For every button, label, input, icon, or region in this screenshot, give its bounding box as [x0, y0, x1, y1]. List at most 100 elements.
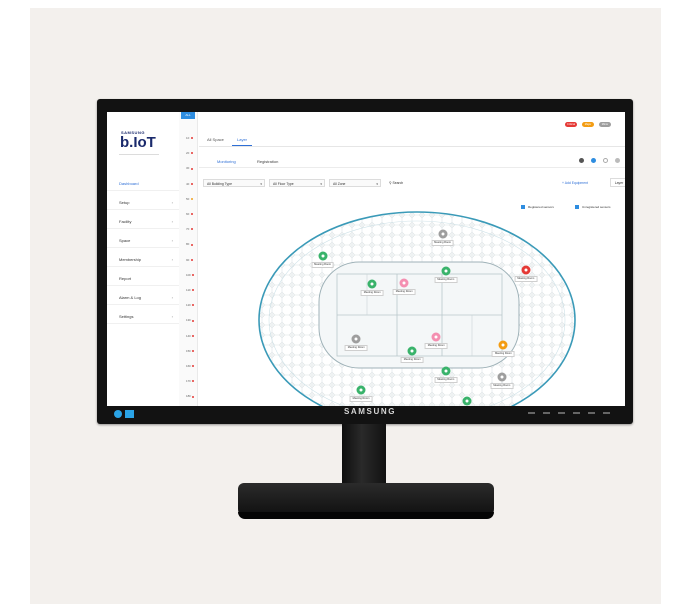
sensor-marker[interactable] [351, 334, 361, 344]
floor-select[interactable]: All Floor Type ▾ [269, 179, 325, 187]
floor-item[interactable]: 6F [186, 212, 193, 216]
floor-label: 5F [186, 196, 190, 201]
critical-badge[interactable]: Critical [565, 122, 577, 127]
sidebar-item-alarm-log[interactable]: Alarm & Log › [107, 290, 179, 305]
floor-label: 1F [186, 136, 190, 140]
subtab-monitoring[interactable]: Monitoring [217, 159, 236, 164]
gear-icon[interactable] [579, 158, 584, 163]
sensor-marker[interactable] [318, 251, 328, 261]
sensor-label: Meeting Room [311, 262, 335, 269]
floor-label: 6F [186, 212, 190, 216]
floor-label: 10F [186, 272, 192, 277]
sensor-label: Meeting Room [491, 351, 515, 358]
sensor-marker[interactable] [407, 346, 417, 356]
layer-button[interactable]: Layer [610, 178, 625, 187]
building-select[interactable]: All Building Type ▾ [203, 179, 265, 187]
floor-item[interactable]: 18F [186, 394, 195, 398]
status-dot-icon [190, 137, 193, 140]
zone-select[interactable]: All Zone ▾ [329, 179, 381, 187]
sensor-marker[interactable] [399, 278, 409, 288]
floor-label: 4F [186, 181, 190, 186]
status-dot-icon [190, 152, 193, 155]
floor-item[interactable]: 5F [186, 197, 193, 201]
major-badge[interactable]: Major [582, 122, 594, 127]
sidebar-item-space[interactable]: Space › [107, 233, 179, 248]
floor-item[interactable]: 12F [186, 303, 195, 308]
sensor-icon [465, 399, 469, 403]
sidebar-item-membership[interactable]: Membership › [107, 252, 179, 267]
sensor-label: Meeting Room [434, 276, 458, 283]
sensor-marker[interactable] [438, 229, 448, 239]
tab-all-space[interactable]: All Space [202, 135, 229, 145]
floor-item[interactable]: 13F [186, 318, 195, 322]
floor-label: 8F [186, 242, 190, 247]
floor-item[interactable]: 11F [186, 288, 194, 292]
chevron-right-icon: › [171, 237, 173, 243]
sensor-icon [524, 268, 528, 272]
floor-rail-header[interactable]: ALL [181, 112, 195, 119]
sensor-marker[interactable] [441, 266, 451, 276]
expand-icon[interactable] [615, 158, 620, 163]
floor-item[interactable]: 8F [186, 242, 193, 246]
status-dot-icon [192, 395, 195, 398]
sidebar-item-label: Facility [119, 218, 132, 224]
sensor-marker[interactable] [462, 396, 472, 406]
subtab-divider [199, 167, 625, 168]
status-dot-icon [191, 289, 194, 292]
sidebar-item-report[interactable]: Report [107, 271, 179, 286]
sensor-label: Meeting Room [360, 290, 384, 297]
floor-item[interactable]: 3F [186, 166, 193, 170]
sensor-icon [402, 281, 406, 285]
sensor-icon [441, 232, 445, 236]
monitor-control-buttons[interactable] [528, 412, 610, 414]
minor-badge[interactable]: Minor [599, 122, 611, 127]
sidebar-item-dashboard[interactable]: Dashboard [107, 176, 179, 191]
floor-item[interactable]: 14F [186, 334, 195, 338]
subtab-registration[interactable]: Registration [257, 159, 278, 164]
status-dot-icon [190, 243, 193, 246]
sensor-marker[interactable] [521, 265, 531, 275]
sensor-label: Meeting Room [400, 357, 424, 364]
floor-label: 3F [186, 166, 190, 171]
sidebar-item-label: Membership [119, 256, 142, 262]
sensor-label: Meeting Room [424, 343, 448, 350]
sidebar-item-setup[interactable]: Setup › [107, 195, 179, 210]
status-dot-icon [192, 319, 195, 322]
sensor-marker[interactable] [497, 372, 507, 382]
sensor-marker[interactable] [441, 366, 451, 376]
sensor-label: Meeting Room [392, 288, 416, 295]
floor-item[interactable]: 15F [186, 349, 195, 353]
status-dot-icon [190, 258, 193, 261]
sidebar-item-label: Settings [119, 313, 134, 319]
tab-layer[interactable]: Layer [232, 135, 253, 146]
sensor-marker[interactable] [367, 279, 377, 289]
sidebar-item-label: Space [119, 237, 131, 243]
floor-item[interactable]: 9F [186, 258, 193, 262]
app-logo[interactable]: b.IoT [120, 134, 156, 151]
floor-item[interactable]: 2F [186, 151, 193, 155]
power-logo-icon [114, 410, 134, 418]
floor-label: 12F [186, 303, 192, 308]
status-dot-icon [192, 350, 195, 352]
monitor-stand-edge [238, 512, 494, 519]
refresh-icon[interactable] [603, 158, 608, 163]
floor-item[interactable]: 1F [186, 136, 193, 140]
add-equipment-link[interactable]: + Add Equipment [562, 179, 588, 187]
chevron-right-icon: › [171, 313, 173, 319]
info-icon[interactable] [591, 158, 596, 163]
sensor-icon [370, 282, 374, 286]
floor-item[interactable]: 7F [186, 227, 193, 231]
sensor-marker[interactable] [356, 385, 366, 395]
floor-item[interactable]: 16F [186, 364, 195, 368]
monitor-screen: SAMSUNG b.IoT Dashboard Setup › Facility › Sp… [107, 112, 625, 406]
sensor-marker[interactable] [498, 340, 508, 350]
floor-plan[interactable] [257, 210, 577, 406]
floor-item[interactable]: 10F [186, 272, 195, 277]
tab-divider [199, 146, 625, 147]
floor-item[interactable]: 17F [186, 379, 195, 383]
sensor-marker[interactable] [431, 332, 441, 342]
search-button[interactable]: ⚲ Search [389, 179, 403, 187]
floor-item[interactable]: 4F [186, 182, 193, 186]
sidebar-item-settings[interactable]: Settings › [107, 309, 179, 324]
sidebar-item-facility[interactable]: Facility › [107, 214, 179, 229]
